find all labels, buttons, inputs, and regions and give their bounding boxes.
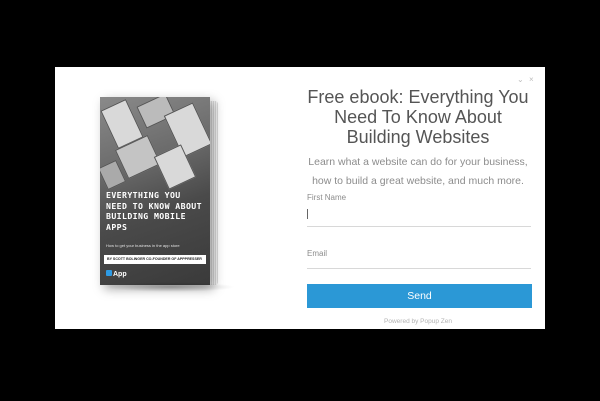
book-logo: App bbox=[106, 270, 127, 278]
minimize-icon[interactable]: ⌄ bbox=[517, 76, 524, 84]
book-title: EVERYTHING YOU NEED TO KNOW ABOUT BUILDI… bbox=[106, 190, 202, 232]
cover-device-screens bbox=[100, 97, 210, 192]
send-button[interactable]: Send bbox=[307, 284, 532, 308]
first-name-field[interactable] bbox=[307, 209, 531, 219]
close-icon[interactable]: × bbox=[529, 76, 534, 84]
book-logo-text: App bbox=[113, 271, 127, 278]
book-subtitle: How to get your business in the app stor… bbox=[106, 243, 180, 248]
app-logo-icon bbox=[106, 270, 112, 276]
powered-by-link[interactable]: Powered by Popup Zen bbox=[305, 318, 531, 325]
first-name-underline bbox=[307, 226, 531, 227]
popup-modal: ⌄ × EVERYTHING YOU NEED TO KNOW ABOUT BU… bbox=[55, 67, 545, 329]
popup-heading: Free ebook: Everything You Need To Know … bbox=[307, 87, 529, 147]
popup-description: Learn what a website can do for your bus… bbox=[308, 156, 528, 187]
first-name-label: First Name bbox=[307, 193, 347, 202]
email-field[interactable] bbox=[307, 248, 531, 269]
book-cover: EVERYTHING YOU NEED TO KNOW ABOUT BUILDI… bbox=[100, 97, 210, 285]
book-shadow bbox=[105, 282, 235, 292]
ebook-cover-image: EVERYTHING YOU NEED TO KNOW ABOUT BUILDI… bbox=[100, 97, 220, 285]
book-author: BY SCOTT BOLINGER CO-FOUNDER OF APPPRESS… bbox=[104, 255, 206, 264]
